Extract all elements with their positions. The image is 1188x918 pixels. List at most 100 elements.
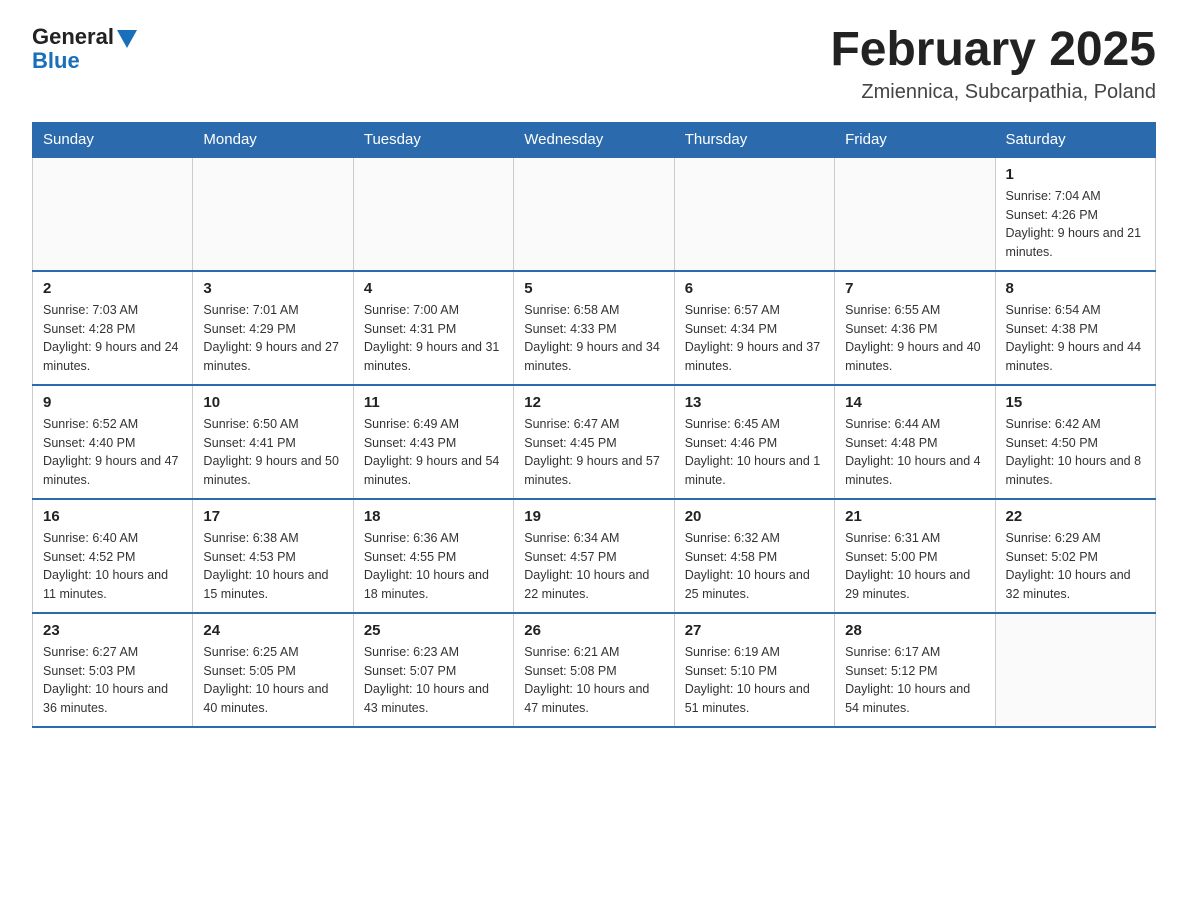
day-info: Sunrise: 6:54 AMSunset: 4:38 PMDaylight:…: [1006, 301, 1145, 376]
day-info: Sunrise: 7:01 AMSunset: 4:29 PMDaylight:…: [203, 301, 342, 376]
day-info: Sunrise: 7:03 AMSunset: 4:28 PMDaylight:…: [43, 301, 182, 376]
calendar-cell: 9Sunrise: 6:52 AMSunset: 4:40 PMDaylight…: [33, 385, 193, 499]
calendar-cell: 18Sunrise: 6:36 AMSunset: 4:55 PMDayligh…: [353, 499, 513, 613]
day-number: 17: [203, 508, 342, 525]
logo: General Blue: [32, 24, 137, 74]
day-info: Sunrise: 6:57 AMSunset: 4:34 PMDaylight:…: [685, 301, 824, 376]
day-info: Sunrise: 6:19 AMSunset: 5:10 PMDaylight:…: [685, 643, 824, 718]
calendar-week-row: 23 Sunrise: 6:27 AMSunset: 5:03 PMDayligh…: [33, 613, 1156, 727]
calendar-cell: [514, 157, 674, 271]
calendar-cell: [33, 157, 193, 271]
calendar-cell: 28 Sunrise: 6:17 AMSunset: 5:12 PMDayligh…: [835, 613, 995, 727]
day-info: Sunrise: 6:34 AMSunset: 4:57 PMDaylight:…: [524, 529, 663, 604]
day-number: 6: [685, 280, 824, 297]
calendar-cell: 23 Sunrise: 6:27 AMSunset: 5:03 PMDayligh…: [33, 613, 193, 727]
day-number: 16: [43, 508, 182, 525]
calendar-cell: [353, 157, 513, 271]
day-info: Sunrise: 6:45 AMSunset: 4:46 PMDaylight:…: [685, 415, 824, 490]
day-of-week-friday: Friday: [835, 122, 995, 157]
day-number: 10: [203, 394, 342, 411]
day-info: Sunrise: 6:23 AMSunset: 5:07 PMDaylight:…: [364, 643, 503, 718]
page-header: General Blue February 2025 Zmiennica, Su…: [32, 24, 1156, 104]
day-info: Sunrise: 7:04 AMSunset: 4:26 PMDaylight:…: [1006, 187, 1145, 262]
calendar-week-row: 9Sunrise: 6:52 AMSunset: 4:40 PMDaylight…: [33, 385, 1156, 499]
day-info: Sunrise: 6:32 AMSunset: 4:58 PMDaylight:…: [685, 529, 824, 604]
logo-blue-text: Blue: [32, 48, 80, 74]
day-of-week-monday: Monday: [193, 122, 353, 157]
day-number: 13: [685, 394, 824, 411]
logo-triangle-icon: [117, 30, 137, 48]
day-info: Sunrise: 6:50 AMSunset: 4:41 PMDaylight:…: [203, 415, 342, 490]
calendar-cell: 26Sunrise: 6:21 AMSunset: 5:08 PMDayligh…: [514, 613, 674, 727]
calendar-cell: 6 Sunrise: 6:57 AMSunset: 4:34 PMDaylight…: [674, 271, 834, 385]
day-of-week-wednesday: Wednesday: [514, 122, 674, 157]
day-number: 25: [364, 622, 503, 639]
calendar-week-row: 1 Sunrise: 7:04 AMSunset: 4:26 PMDaylight…: [33, 157, 1156, 271]
day-number: 21: [845, 508, 984, 525]
calendar-cell: [674, 157, 834, 271]
calendar-cell: 27Sunrise: 6:19 AMSunset: 5:10 PMDayligh…: [674, 613, 834, 727]
day-of-week-saturday: Saturday: [995, 122, 1155, 157]
day-number: 15: [1006, 394, 1145, 411]
calendar-cell: 20 Sunrise: 6:32 AMSunset: 4:58 PMDayligh…: [674, 499, 834, 613]
calendar-cell: [995, 613, 1155, 727]
calendar-cell: 13 Sunrise: 6:45 AMSunset: 4:46 PMDayligh…: [674, 385, 834, 499]
calendar-cell: 17 Sunrise: 6:38 AMSunset: 4:53 PMDayligh…: [193, 499, 353, 613]
day-number: 24: [203, 622, 342, 639]
day-info: Sunrise: 6:42 AMSunset: 4:50 PMDaylight:…: [1006, 415, 1145, 490]
calendar-cell: 22 Sunrise: 6:29 AMSunset: 5:02 PMDayligh…: [995, 499, 1155, 613]
day-number: 26: [524, 622, 663, 639]
location-subtitle: Zmiennica, Subcarpathia, Poland: [830, 81, 1156, 104]
day-number: 1: [1006, 166, 1145, 183]
day-info: Sunrise: 6:25 AMSunset: 5:05 PMDaylight:…: [203, 643, 342, 718]
day-number: 19: [524, 508, 663, 525]
calendar-cell: 1 Sunrise: 7:04 AMSunset: 4:26 PMDaylight…: [995, 157, 1155, 271]
day-number: 20: [685, 508, 824, 525]
logo-general-text: General: [32, 24, 114, 50]
day-info: Sunrise: 6:36 AMSunset: 4:55 PMDaylight:…: [364, 529, 503, 604]
calendar-cell: 5Sunrise: 6:58 AMSunset: 4:33 PMDaylight…: [514, 271, 674, 385]
month-title: February 2025: [830, 24, 1156, 77]
calendar-cell: 10 Sunrise: 6:50 AMSunset: 4:41 PMDayligh…: [193, 385, 353, 499]
day-info: Sunrise: 6:17 AMSunset: 5:12 PMDaylight:…: [845, 643, 984, 718]
day-info: Sunrise: 6:27 AMSunset: 5:03 PMDaylight:…: [43, 643, 182, 718]
day-number: 12: [524, 394, 663, 411]
calendar-cell: 4Sunrise: 7:00 AMSunset: 4:31 PMDaylight…: [353, 271, 513, 385]
day-of-week-tuesday: Tuesday: [353, 122, 513, 157]
day-number: 11: [364, 394, 503, 411]
calendar-cell: [193, 157, 353, 271]
calendar-header-row: SundayMondayTuesdayWednesdayThursdayFrid…: [33, 122, 1156, 157]
day-number: 2: [43, 280, 182, 297]
calendar-cell: 21 Sunrise: 6:31 AMSunset: 5:00 PMDayligh…: [835, 499, 995, 613]
day-info: Sunrise: 6:31 AMSunset: 5:00 PMDaylight:…: [845, 529, 984, 604]
calendar-cell: 3 Sunrise: 7:01 AMSunset: 4:29 PMDaylight…: [193, 271, 353, 385]
calendar-cell: 2 Sunrise: 7:03 AMSunset: 4:28 PMDaylight…: [33, 271, 193, 385]
day-number: 8: [1006, 280, 1145, 297]
day-info: Sunrise: 6:55 AMSunset: 4:36 PMDaylight:…: [845, 301, 984, 376]
calendar-cell: 7 Sunrise: 6:55 AMSunset: 4:36 PMDaylight…: [835, 271, 995, 385]
day-number: 7: [845, 280, 984, 297]
calendar-cell: 12 Sunrise: 6:47 AMSunset: 4:45 PMDayligh…: [514, 385, 674, 499]
calendar-cell: 11 Sunrise: 6:49 AMSunset: 4:43 PMDayligh…: [353, 385, 513, 499]
day-info: Sunrise: 6:47 AMSunset: 4:45 PMDaylight:…: [524, 415, 663, 490]
day-number: 22: [1006, 508, 1145, 525]
calendar-week-row: 2 Sunrise: 7:03 AMSunset: 4:28 PMDaylight…: [33, 271, 1156, 385]
day-number: 14: [845, 394, 984, 411]
calendar-table: SundayMondayTuesdayWednesdayThursdayFrid…: [32, 122, 1156, 728]
day-info: Sunrise: 6:38 AMSunset: 4:53 PMDaylight:…: [203, 529, 342, 604]
day-number: 23: [43, 622, 182, 639]
calendar-cell: 25 Sunrise: 6:23 AMSunset: 5:07 PMDayligh…: [353, 613, 513, 727]
day-info: Sunrise: 6:44 AMSunset: 4:48 PMDaylight:…: [845, 415, 984, 490]
day-info: Sunrise: 7:00 AMSunset: 4:31 PMDaylight:…: [364, 301, 503, 376]
day-number: 5: [524, 280, 663, 297]
calendar-cell: 24 Sunrise: 6:25 AMSunset: 5:05 PMDayligh…: [193, 613, 353, 727]
title-block: February 2025 Zmiennica, Subcarpathia, P…: [830, 24, 1156, 104]
day-number: 3: [203, 280, 342, 297]
calendar-cell: 19 Sunrise: 6:34 AMSunset: 4:57 PMDayligh…: [514, 499, 674, 613]
day-number: 9: [43, 394, 182, 411]
day-info: Sunrise: 6:49 AMSunset: 4:43 PMDaylight:…: [364, 415, 503, 490]
day-number: 28: [845, 622, 984, 639]
calendar-week-row: 16Sunrise: 6:40 AMSunset: 4:52 PMDayligh…: [33, 499, 1156, 613]
day-info: Sunrise: 6:29 AMSunset: 5:02 PMDaylight:…: [1006, 529, 1145, 604]
calendar-cell: 16Sunrise: 6:40 AMSunset: 4:52 PMDayligh…: [33, 499, 193, 613]
